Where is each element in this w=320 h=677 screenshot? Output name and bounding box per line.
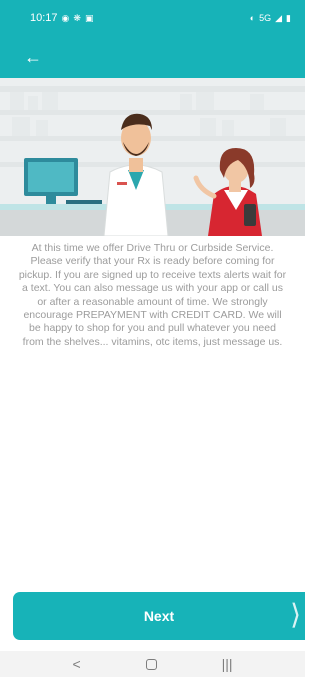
next-button[interactable]: Next ⟩: [13, 592, 305, 640]
status-bar: 10:17 ◉ ❋ ▣ ◐ 5G ◢ ▮: [0, 0, 305, 36]
chat-bubble-icon: ◉: [61, 12, 70, 23]
app-bar: ←: [0, 36, 305, 78]
status-right: ◐ 5G ◢ ▮: [249, 12, 291, 23]
nav-back-icon[interactable]: <: [72, 657, 80, 671]
alarm-icon: ◐: [249, 12, 256, 23]
image-icon: ▣: [84, 12, 94, 23]
signal-icon: ◢: [275, 12, 283, 23]
pharmacy-illustration: [0, 78, 305, 236]
info-message: At this time we offer Drive Thru or Curb…: [18, 242, 287, 348]
nav-home-icon[interactable]: [145, 658, 157, 670]
next-button-label: Next: [143, 608, 175, 624]
network-label: 5G: [259, 12, 272, 23]
nav-recents-icon[interactable]: |||: [222, 657, 233, 671]
status-time: 10:17: [30, 12, 58, 24]
chevron-right-icon: ⟩: [290, 599, 301, 630]
battery-icon: ▮: [286, 12, 291, 23]
status-left: 10:17 ◉ ❋ ▣: [30, 12, 93, 24]
settings-icon: ❋: [73, 12, 81, 23]
arrow-left-icon[interactable]: ←: [24, 48, 42, 66]
system-nav-bar: < |||: [0, 651, 305, 677]
hero-illustration: [0, 78, 305, 236]
